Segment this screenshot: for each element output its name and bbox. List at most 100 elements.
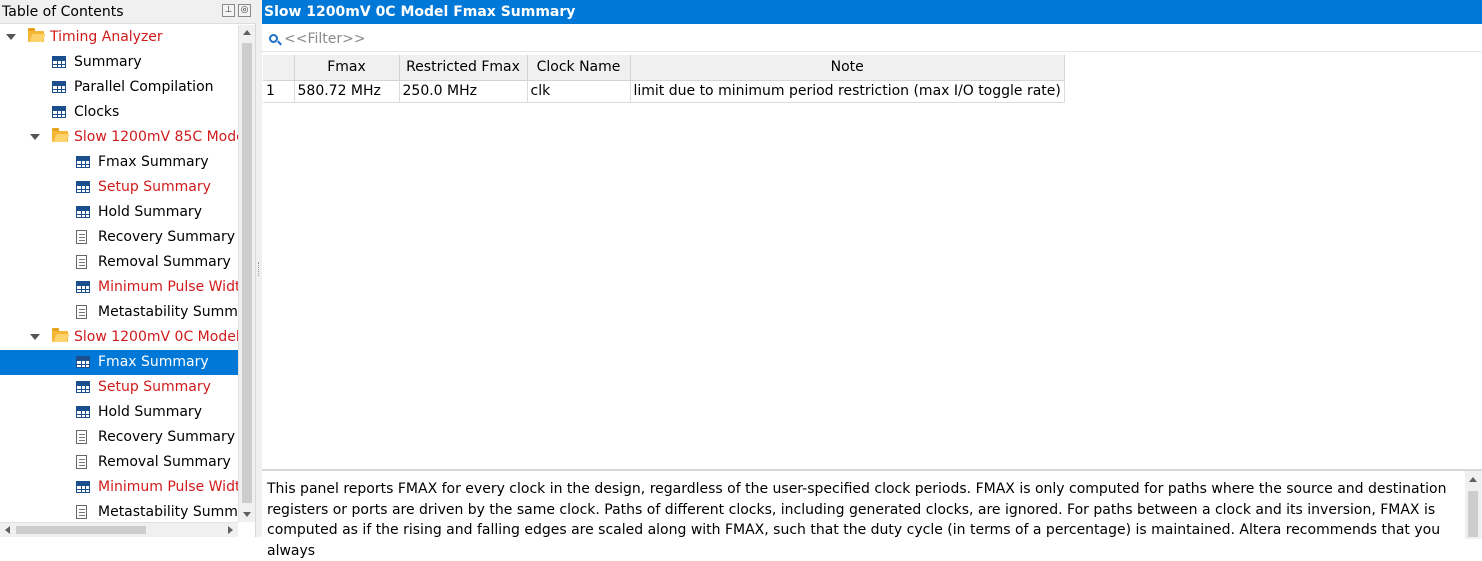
tree-item-label: Metastability Summary xyxy=(98,504,238,520)
table-row[interactable]: 1 580.72 MHz 250.0 MHz clk limit due to … xyxy=(263,79,1065,103)
toc-title: Table of Contents xyxy=(2,4,124,20)
tree-item-label: Hold Summary xyxy=(98,404,202,420)
expand-arrow-icon[interactable] xyxy=(30,134,40,140)
table-icon xyxy=(76,381,90,393)
tree-item-label: Recovery Summary xyxy=(98,229,236,245)
table-icon xyxy=(76,281,90,293)
tree-item[interactable]: Summary xyxy=(0,50,238,75)
tree-item[interactable]: Slow 1200mV 85C Model xyxy=(0,125,238,150)
table-icon xyxy=(76,206,90,218)
tree-item-label: Setup Summary xyxy=(98,379,211,395)
toc-vertical-scrollbar[interactable] xyxy=(238,25,255,522)
tree-item[interactable]: Metastability Summary xyxy=(0,500,238,522)
filter-input[interactable] xyxy=(284,29,884,49)
tree-item-label: Fmax Summary xyxy=(98,354,209,370)
tree-item-label: Minimum Pulse Width Summary xyxy=(98,279,238,295)
toc-tree: Timing Analyzer Summary Parallel Compilati… xyxy=(0,25,238,522)
table-icon xyxy=(76,481,90,493)
tree-item[interactable]: Setup Summary xyxy=(0,175,238,200)
tree-item[interactable]: Minimum Pulse Width Summary xyxy=(0,475,238,500)
table-of-contents-panel: Table of Contents ⊥ ◎ Timing Analyzer Sum… xyxy=(0,0,256,537)
tree-item-label: Fmax Summary xyxy=(98,154,209,170)
tree-item[interactable]: Setup Summary xyxy=(0,375,238,400)
column-header-clock-name[interactable]: Clock Name xyxy=(527,55,631,81)
search-icon xyxy=(269,34,278,43)
scroll-up-arrow-icon[interactable] xyxy=(1469,477,1477,482)
tree-item-label: Timing Analyzer xyxy=(50,29,163,45)
folder-open-icon xyxy=(52,128,68,142)
folder-open-icon xyxy=(28,28,44,42)
scroll-left-arrow-icon[interactable] xyxy=(5,526,10,534)
fmax-cell[interactable]: 580.72 MHz xyxy=(293,79,400,103)
document-icon xyxy=(76,505,87,519)
tree-item-label: Metastability Summary xyxy=(98,304,238,320)
filter-bar xyxy=(262,26,1482,52)
results-grid-area: Fmax Restricted Fmax Clock Name Note 1 5… xyxy=(262,53,1482,468)
table-header-row: Fmax Restricted Fmax Clock Name Note xyxy=(263,55,1065,81)
clock-name-cell[interactable]: clk xyxy=(526,79,631,103)
tree-item-label: Removal Summary xyxy=(98,254,231,270)
tree-item[interactable]: Timing Analyzer xyxy=(0,25,238,50)
scroll-down-arrow-icon[interactable] xyxy=(243,512,251,517)
row-index-cell[interactable]: 1 xyxy=(263,79,295,103)
table-icon xyxy=(76,406,90,418)
note-cell[interactable]: limit due to minimum period restriction … xyxy=(629,79,1065,103)
tree-item-label: Hold Summary xyxy=(98,204,202,220)
expand-arrow-icon[interactable] xyxy=(30,334,40,340)
tree-item-label: Summary xyxy=(74,54,142,70)
report-panel: Slow 1200mV 0C Model Fmax Summary Fmax R… xyxy=(262,0,1482,559)
column-header-index[interactable] xyxy=(263,55,295,81)
tree-item[interactable]: Minimum Pulse Width Summary xyxy=(0,275,238,300)
tree-item[interactable]: Metastability Summary xyxy=(0,300,238,325)
column-header-fmax[interactable]: Fmax xyxy=(294,55,400,81)
scrollbar-thumb[interactable] xyxy=(16,526,146,534)
column-header-restricted-fmax[interactable]: Restricted Fmax xyxy=(399,55,528,81)
tree-item-label: Removal Summary xyxy=(98,454,231,470)
description-panel: This panel reports FMAX for every clock … xyxy=(262,469,1482,559)
tree-item[interactable]: Parallel Compilation xyxy=(0,75,238,100)
tree-item-label: Recovery Summary xyxy=(98,429,236,445)
folder-open-icon xyxy=(52,328,68,342)
tree-item[interactable]: Removal Summary xyxy=(0,250,238,275)
tree-item[interactable]: Clocks xyxy=(0,100,238,125)
toc-header: Table of Contents ⊥ ◎ xyxy=(0,0,256,24)
scroll-right-arrow-icon[interactable] xyxy=(228,526,233,534)
tree-item-label: Parallel Compilation xyxy=(74,79,214,95)
fmax-summary-table: Fmax Restricted Fmax Clock Name Note 1 5… xyxy=(263,55,1065,103)
scroll-up-arrow-icon[interactable] xyxy=(243,30,251,35)
description-scrollbar[interactable] xyxy=(1465,471,1482,539)
pin-icon[interactable]: ⊥ xyxy=(222,4,235,17)
document-icon xyxy=(76,455,87,469)
column-header-note[interactable]: Note xyxy=(630,55,1065,81)
description-text: This panel reports FMAX for every clock … xyxy=(267,481,1447,559)
tree-item-label: Slow 1200mV 0C Model xyxy=(74,329,238,345)
close-icon[interactable]: ◎ xyxy=(238,4,251,17)
tree-item[interactable]: Fmax Summary xyxy=(0,350,238,375)
document-icon xyxy=(76,305,87,319)
document-icon xyxy=(76,255,87,269)
tree-item[interactable]: Slow 1200mV 0C Model xyxy=(0,325,238,350)
splitter-grip[interactable] xyxy=(258,262,259,276)
table-icon xyxy=(76,181,90,193)
table-icon xyxy=(52,81,66,93)
document-icon xyxy=(76,430,87,444)
tree-item[interactable]: Recovery Summary xyxy=(0,425,238,450)
tree-item-label: Clocks xyxy=(74,104,120,120)
report-title: Slow 1200mV 0C Model Fmax Summary xyxy=(262,0,1482,24)
tree-item[interactable]: Recovery Summary xyxy=(0,225,238,250)
table-icon xyxy=(76,356,90,368)
tree-item-label: Minimum Pulse Width Summary xyxy=(98,479,238,495)
tree-item[interactable]: Removal Summary xyxy=(0,450,238,475)
tree-item[interactable]: Hold Summary xyxy=(0,400,238,425)
toc-horizontal-scrollbar[interactable] xyxy=(0,522,238,537)
restricted-fmax-cell[interactable]: 250.0 MHz xyxy=(398,79,528,103)
scrollbar-thumb[interactable] xyxy=(1468,491,1478,537)
table-icon xyxy=(76,156,90,168)
table-icon xyxy=(52,56,66,68)
tree-item[interactable]: Hold Summary xyxy=(0,200,238,225)
expand-arrow-icon[interactable] xyxy=(6,34,16,40)
tree-item-label: Slow 1200mV 85C Model xyxy=(74,129,238,145)
scrollbar-thumb[interactable] xyxy=(242,43,252,503)
tree-item[interactable]: Fmax Summary xyxy=(0,150,238,175)
tree-item-label: Setup Summary xyxy=(98,179,211,195)
